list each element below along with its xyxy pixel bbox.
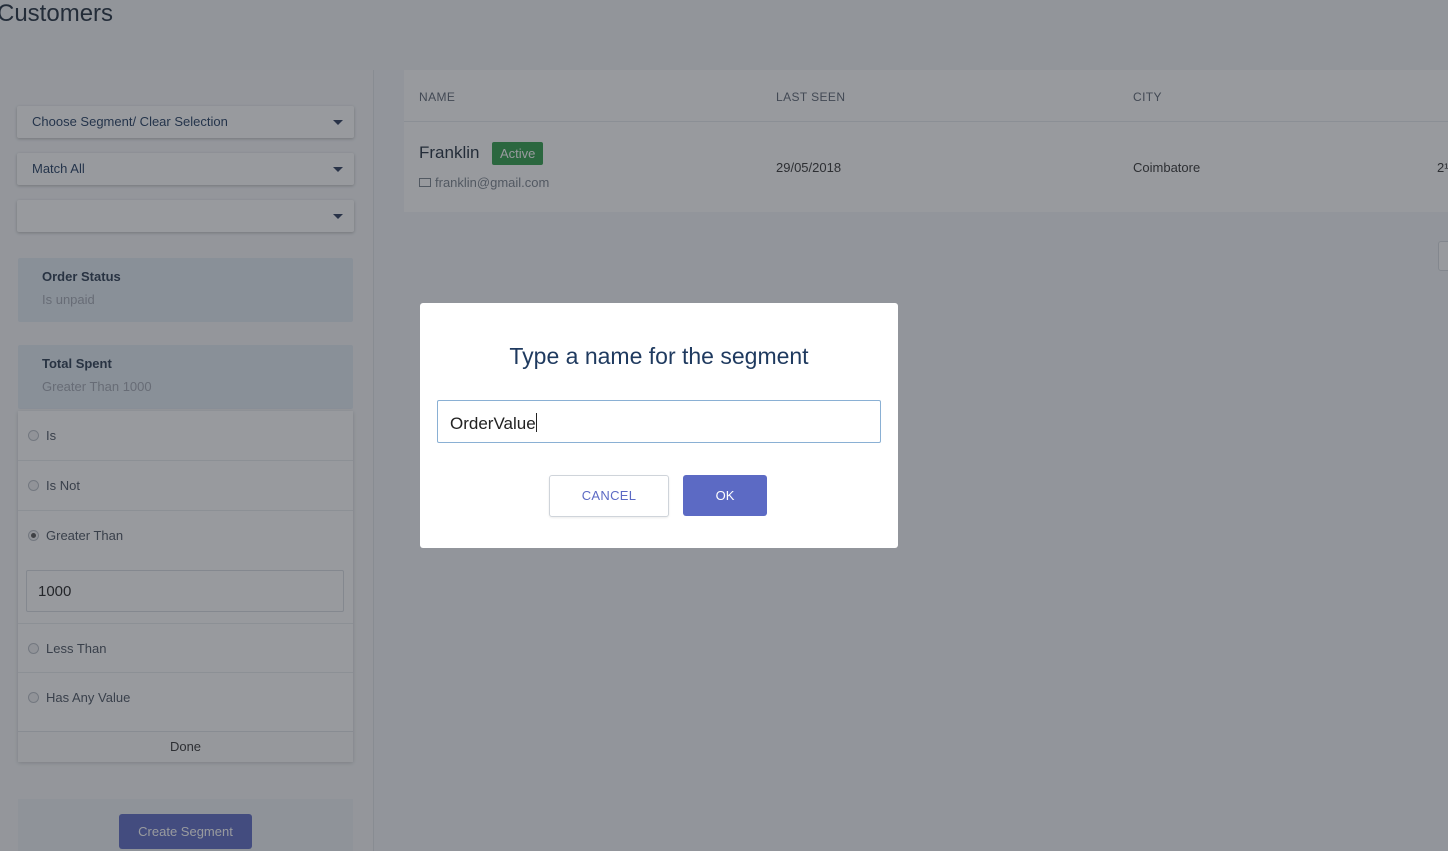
ok-button[interactable]: OK <box>683 475 767 516</box>
text-cursor <box>535 413 537 432</box>
segment-name-value: OrderValue <box>450 414 536 433</box>
segment-name-dialog: Type a name for the segment OrderValue C… <box>420 303 898 548</box>
segment-name-input[interactable]: OrderValue <box>437 400 881 443</box>
cancel-button[interactable]: CANCEL <box>549 475 669 517</box>
dialog-title: Type a name for the segment <box>509 343 809 369</box>
